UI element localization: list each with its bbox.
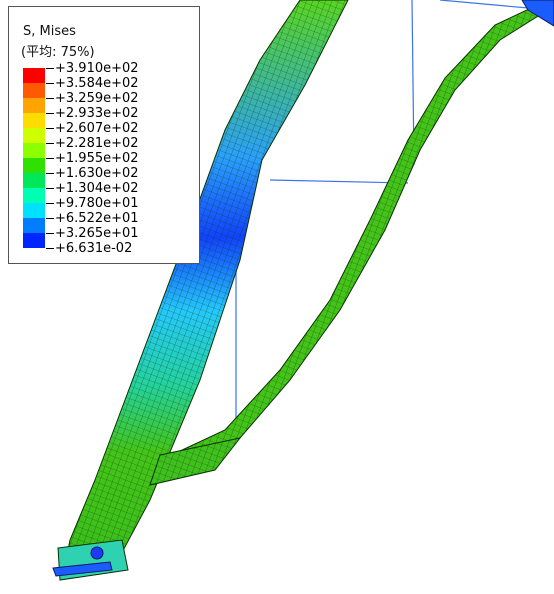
legend-tick xyxy=(46,158,54,159)
legend-value: +3.265e+01 xyxy=(55,226,139,241)
legend-tick xyxy=(46,218,54,219)
legend-value: +1.304e+02 xyxy=(55,181,139,196)
bottom-mount[interactable] xyxy=(52,539,129,581)
legend-swatch xyxy=(23,188,45,203)
legend-swatch xyxy=(23,83,45,98)
legend-value: +3.259e+02 xyxy=(55,91,139,106)
legend-value: +2.281e+02 xyxy=(55,136,139,151)
legend-tick xyxy=(46,98,54,99)
legend-value: +3.910e+02 xyxy=(55,61,139,76)
legend-tick xyxy=(46,248,54,249)
legend-title: S, Mises xyxy=(23,24,76,39)
legend-swatch xyxy=(23,128,45,143)
legend-swatch xyxy=(23,173,45,188)
legend-value: +3.584e+02 xyxy=(55,76,139,91)
legend-subtitle: (平均: 75%) xyxy=(21,45,95,60)
legend-swatch xyxy=(23,98,45,113)
legend-value: +1.955e+02 xyxy=(55,151,139,166)
legend-swatch xyxy=(23,233,45,248)
legend-value: +2.607e+02 xyxy=(55,121,139,136)
legend-swatch xyxy=(23,158,45,173)
legend-tick xyxy=(46,83,54,84)
legend-tick xyxy=(46,203,54,204)
legend-value: +1.630e+02 xyxy=(55,166,139,181)
legend-swatch xyxy=(23,218,45,233)
legend-tick xyxy=(46,113,54,114)
legend-value: +6.631e-02 xyxy=(55,241,133,256)
legend-value: +9.780e+01 xyxy=(55,196,139,211)
legend-tick xyxy=(46,233,54,234)
legend-tick xyxy=(46,128,54,129)
legend-swatch xyxy=(23,143,45,158)
legend-value: +6.522e+01 xyxy=(55,211,139,226)
legend-tick xyxy=(46,188,54,189)
legend-value: +2.933e+02 xyxy=(55,106,139,121)
legend-swatch xyxy=(23,113,45,128)
legend-swatch xyxy=(23,68,45,83)
legend-tick xyxy=(46,173,54,174)
legend-swatch xyxy=(23,203,45,218)
legend-tick xyxy=(46,143,54,144)
legend-tick xyxy=(46,68,54,69)
stress-legend: S, Mises (平均: 75%) +3.910e+02 +3.584e+02 +… xyxy=(8,6,200,264)
